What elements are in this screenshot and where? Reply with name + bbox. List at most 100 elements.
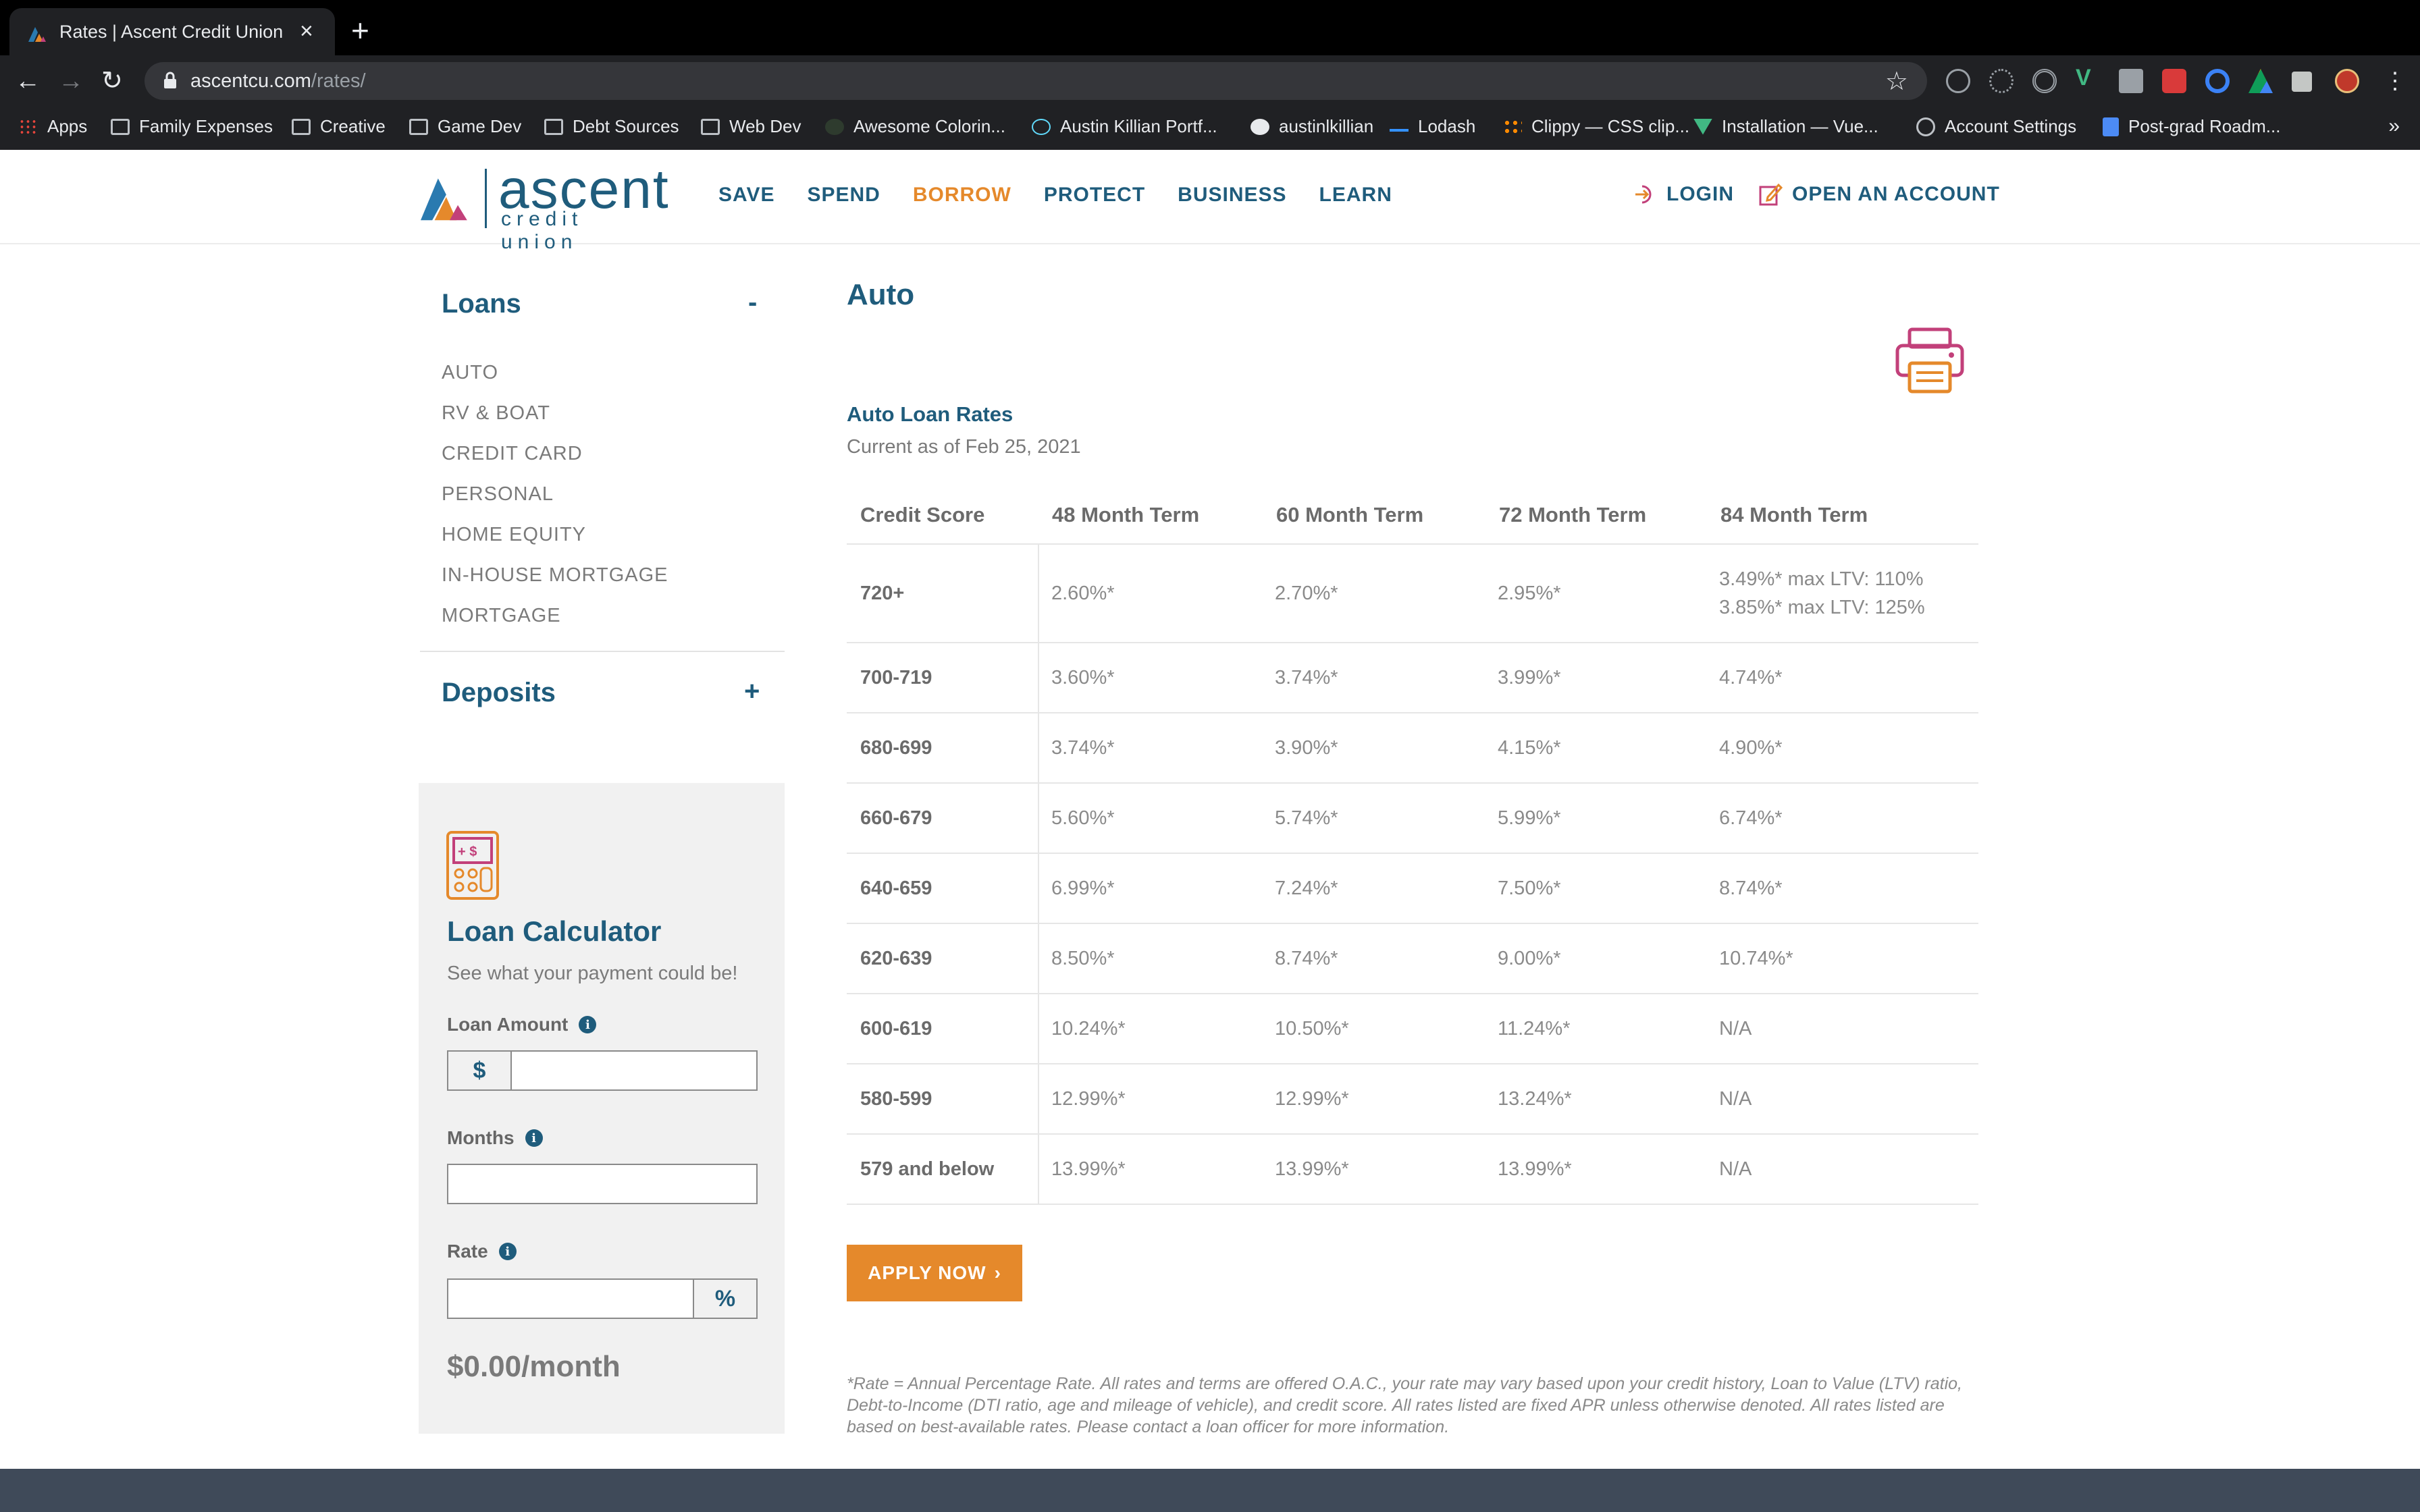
rate-cell: 5.99%* (1485, 783, 1707, 854)
site-footer (0, 1469, 2420, 1512)
login-link[interactable]: LOGIN (1633, 182, 1734, 207)
table-row: 640-659 6.99%* 7.24%* 7.50%* 8.74%* (847, 853, 1978, 924)
bookmark-folder-family-expenses[interactable]: Family Expenses (111, 116, 273, 137)
deposits-expand-toggle[interactable]: + (744, 676, 760, 707)
sidebar-item-in-house-mortgage[interactable]: IN-HOUSE MORTGAGE (442, 564, 668, 605)
rate-cell: 3.74%* (1038, 713, 1263, 784)
rate-cell: 3.74%* (1263, 643, 1485, 713)
calculator-icon: + $ (446, 831, 499, 900)
info-icon[interactable]: i (525, 1129, 543, 1147)
bookmark-github-austinlkillian[interactable]: austinlkillian (1251, 116, 1373, 137)
nav-spend[interactable]: SPEND (807, 184, 880, 207)
profile-avatar[interactable] (2335, 69, 2359, 93)
table-row: 660-679 5.60%* 5.74%* 5.99%* 6.74%* (847, 783, 1978, 854)
rates-section-title: Auto Loan Rates (847, 402, 1014, 426)
loans-collapse-toggle[interactable]: - (748, 288, 757, 318)
months-field (447, 1164, 758, 1204)
sidebar-item-credit-card[interactable]: CREDIT CARD (442, 443, 668, 483)
extension-vue-icon[interactable]: V (2076, 65, 2100, 90)
globe-icon (1916, 117, 1935, 136)
folder-icon (111, 118, 130, 135)
back-arrow-icon[interactable]: ← (15, 66, 41, 96)
table-row: 600-619 10.24%* 10.50%* 11.24%* N/A (847, 994, 1978, 1064)
bookmark-austin-portfolio[interactable]: Austin Killian Portf... (1032, 116, 1217, 137)
extension-react-icon[interactable] (1989, 69, 2014, 93)
reload-icon[interactable]: ↻ (101, 66, 123, 96)
primary-nav: SAVE SPEND BORROW PROTECT BUSINESS LEARN (718, 184, 1392, 207)
bookmark-clippy[interactable]: Clippy — CSS clip... (1503, 116, 1689, 137)
bookmark-folder-debt-sources[interactable]: Debt Sources (544, 116, 679, 137)
extension-ring-icon[interactable] (2205, 69, 2230, 93)
sidebar-item-auto[interactable]: AUTO (442, 362, 668, 402)
new-tab-icon[interactable]: + (351, 14, 369, 47)
nav-learn[interactable]: LEARN (1319, 184, 1392, 207)
forward-arrow-icon[interactable]: → (58, 66, 84, 96)
rate-cell: 10.74%* (1707, 923, 1978, 994)
bookmark-lodash[interactable]: Lodash (1390, 116, 1475, 137)
open-account-link[interactable]: OPEN AN ACCOUNT (1758, 182, 2000, 207)
sidebar-deposits-title[interactable]: Deposits (442, 678, 556, 708)
rate-cell: 2.60%* (1038, 544, 1263, 643)
bookmark-folder-web-dev[interactable]: Web Dev (701, 116, 801, 137)
credit-score-cell: 620-639 (847, 923, 1039, 994)
extension-tag-icon[interactable] (2162, 69, 2186, 93)
rate-cell: N/A (1707, 994, 1978, 1064)
months-input[interactable] (448, 1165, 756, 1203)
extensions-puzzle-icon[interactable] (2292, 72, 2312, 92)
browser-menu-icon[interactable]: ⋮ (2384, 66, 2406, 96)
rate-line-ltv-125: 3.85%* max LTV: 125% (1719, 597, 1925, 618)
sidebar-item-rv-boat[interactable]: RV & BOAT (442, 402, 668, 443)
sidebar-item-personal[interactable]: PERSONAL (442, 483, 668, 524)
extension-github-icon[interactable] (1946, 69, 1970, 93)
bookmark-account-settings[interactable]: Account Settings (1916, 116, 2076, 137)
browser-tab-active[interactable]: Rates | Ascent Credit Union × (9, 8, 335, 57)
rate-cell: 2.95%* (1485, 544, 1707, 643)
print-icon[interactable] (1895, 327, 1965, 394)
rate-cell: 3.49%* max LTV: 110% 3.85%* max LTV: 125… (1707, 544, 1978, 643)
rate-cell: N/A (1707, 1064, 1978, 1135)
logo-subtitle: credit union (501, 208, 583, 253)
loan-amount-input[interactable] (513, 1052, 756, 1089)
logo-divider (485, 169, 487, 228)
sidebar-item-home-equity[interactable]: HOME EQUITY (442, 524, 668, 564)
rate-input[interactable] (448, 1280, 687, 1318)
extension-target-icon[interactable] (2032, 69, 2057, 93)
bookmark-awesome-coloring[interactable]: Awesome Colorin... (825, 116, 1005, 137)
sidebar-loans-title[interactable]: Loans (442, 289, 521, 319)
clippy-icon (1503, 118, 1522, 135)
nav-protect[interactable]: PROTECT (1044, 184, 1145, 207)
bookmarks-overflow-icon[interactable]: » (2388, 115, 2400, 138)
ascent-logo[interactable]: ascent credit union (419, 159, 668, 253)
sidebar-divider (420, 651, 785, 652)
bookmark-post-grad-roadmap[interactable]: Post-grad Roadm... (2103, 116, 2280, 137)
rate-cell: 6.74%* (1707, 783, 1978, 854)
bookmark-star-icon[interactable]: ☆ (1885, 66, 1908, 97)
extension-box-icon[interactable] (2119, 69, 2143, 93)
info-icon[interactable]: i (579, 1016, 597, 1033)
rate-cell: 13.24%* (1485, 1064, 1707, 1135)
column-header-72-month: 72 Month Term (1485, 486, 1707, 545)
site-header: ascent credit union SAVE SPEND BORROW PR… (0, 150, 2420, 253)
loan-amount-field: $ (447, 1050, 758, 1091)
apply-now-button[interactable]: APPLY NOW › (847, 1245, 1022, 1301)
nav-save[interactable]: SAVE (718, 184, 774, 207)
rate-cell: 8.74%* (1707, 853, 1978, 924)
months-label: Months i (447, 1127, 543, 1149)
bookmark-folder-game-dev[interactable]: Game Dev (409, 116, 521, 137)
bookmark-vue-installation[interactable]: Installation — Vue... (1693, 116, 1878, 137)
nav-borrow[interactable]: BORROW (913, 184, 1011, 207)
rate-cell: 9.00%* (1485, 923, 1707, 994)
info-icon[interactable]: i (498, 1243, 517, 1260)
column-header-60-month: 60 Month Term (1263, 486, 1485, 545)
browser-titlebar: Rates | Ascent Credit Union × + (0, 0, 2420, 57)
table-row: 700-719 3.60%* 3.74%* 3.99%* 4.74%* (847, 643, 1978, 713)
sidebar-item-mortgage[interactable]: MORTGAGE (442, 605, 668, 645)
nav-business[interactable]: BUSINESS (1178, 184, 1286, 207)
bookmarks-bar: Apps Family Expenses Creative Game Dev D… (0, 107, 2420, 150)
tab-close-icon[interactable]: × (300, 18, 313, 45)
extension-drive-icon[interactable] (2248, 69, 2273, 93)
rate-cell: 3.60%* (1038, 643, 1263, 713)
bookmark-folder-creative[interactable]: Creative (292, 116, 386, 137)
address-bar[interactable]: ascentcu.com/rates/ ☆ (144, 62, 1927, 100)
bookmark-apps[interactable]: Apps (19, 116, 87, 137)
